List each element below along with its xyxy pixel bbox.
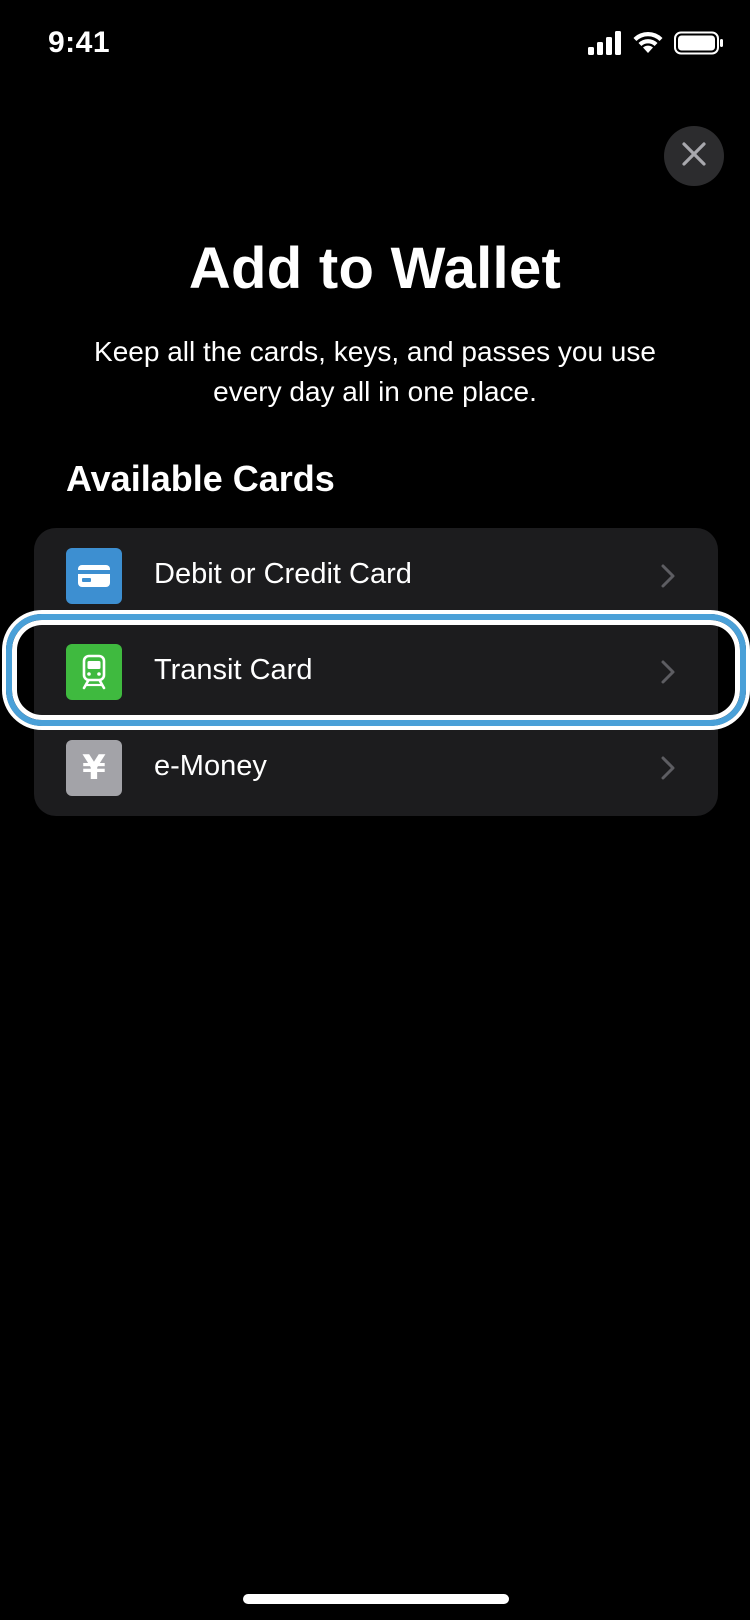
page-subtitle: Keep all the cards, keys, and passes you… [94, 336, 656, 407]
train-icon [66, 644, 122, 700]
credit-card-icon [66, 548, 122, 604]
status-icons [588, 30, 724, 60]
home-indicator[interactable] [243, 1594, 509, 1604]
list-item-debit-credit-card[interactable]: Debit or Credit Card [34, 528, 718, 624]
section-heading: Available Cards [66, 458, 335, 499]
yen-icon: ¥ [66, 740, 122, 796]
list-item-e-money[interactable]: ¥ e-Money [34, 720, 718, 816]
chevron-right-icon [660, 754, 676, 787]
cellular-signal-icon [588, 30, 622, 60]
add-to-wallet-screen: 9:41 Add to Wallet Keep all the cards, k… [0, 0, 750, 1620]
battery-icon [674, 31, 724, 60]
list-item-label: e-Money [154, 750, 267, 782]
wallet-sheet: Add to Wallet Keep all the cards, keys, … [0, 80, 750, 1620]
page-title: Add to Wallet [188, 236, 562, 301]
list-item-label: Debit or Credit Card [154, 558, 412, 590]
available-cards-list: Debit or Credit Card Transit Card ¥ e-Mo… [34, 528, 718, 816]
close-icon [681, 141, 707, 172]
status-bar: 9:41 [0, 0, 750, 80]
list-item-transit-card[interactable]: Transit Card [34, 624, 718, 720]
chevron-right-icon [660, 562, 676, 595]
close-button[interactable] [664, 126, 724, 186]
list-item-label: Transit Card [154, 654, 313, 686]
chevron-right-icon [660, 658, 676, 691]
wifi-icon [632, 31, 664, 60]
status-time: 9:41 [48, 26, 111, 59]
